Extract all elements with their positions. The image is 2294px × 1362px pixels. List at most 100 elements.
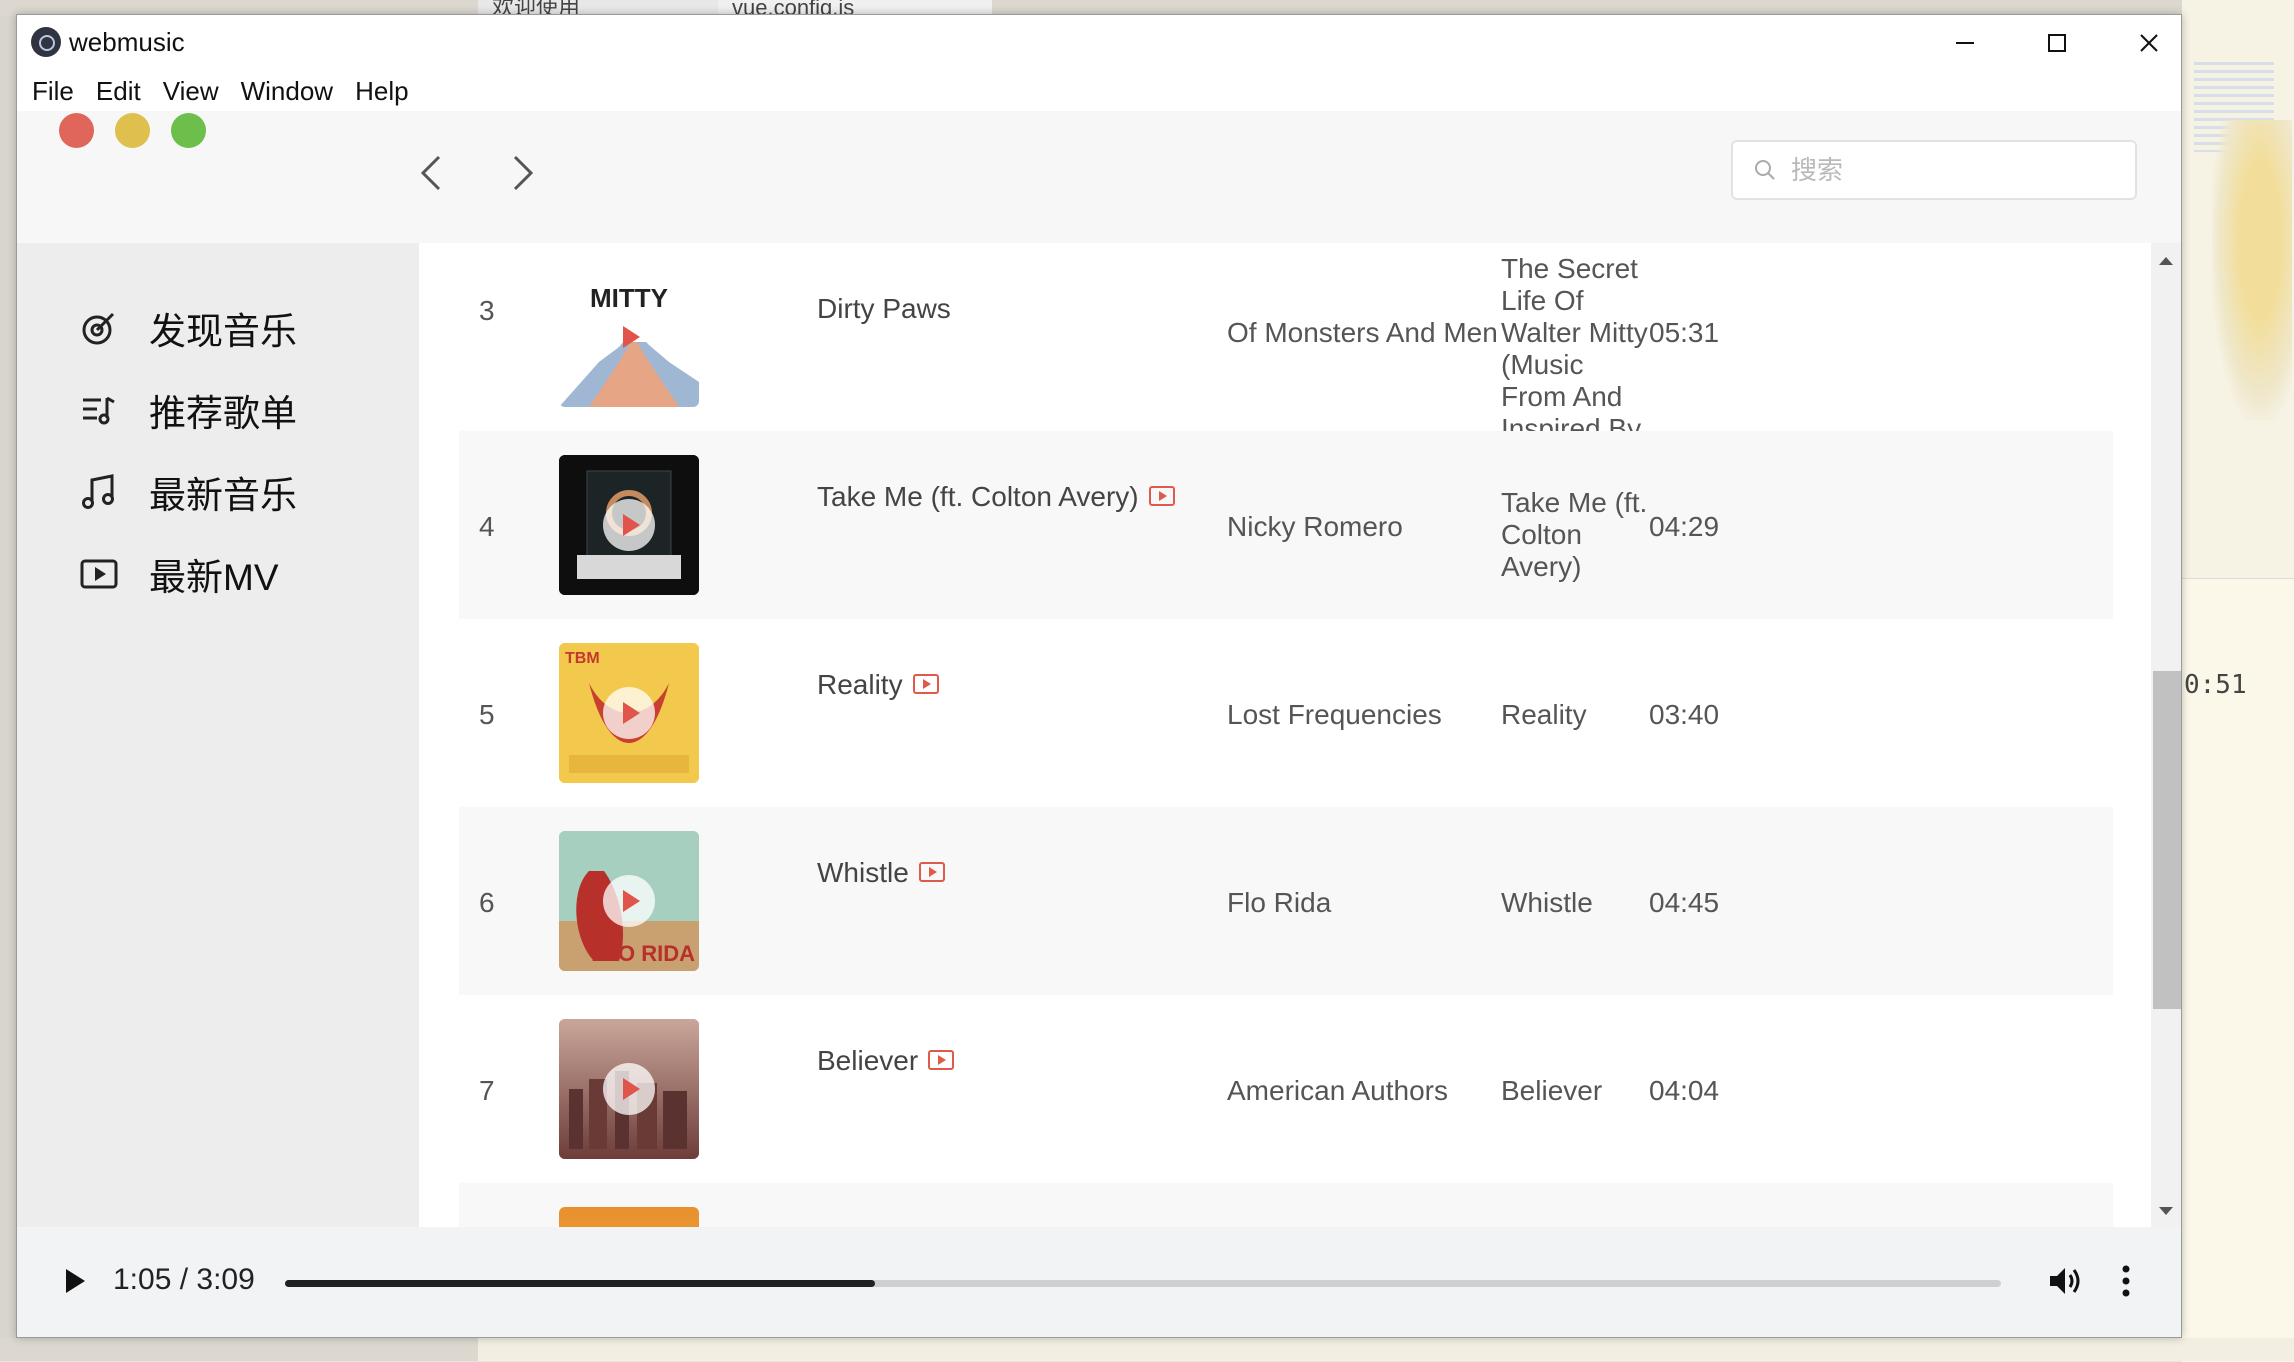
song-title-text: Dirty Paws [817,293,951,324]
sidebar: 发现音乐 推荐歌单 最新音乐 最新MV [17,243,419,1227]
scrollbar[interactable] [2151,243,2181,1227]
song-index: 3 [479,295,495,326]
close-dot[interactable] [59,113,94,148]
song-artist: Lost Frequencies [1227,699,1442,730]
song-row[interactable]: 4 Take Me (ft. Colton Avery) Nicky Romer… [459,431,2113,619]
minimize-button[interactable] [1919,15,2011,71]
song-row[interactable] [459,1183,2113,1227]
play-overlay-icon[interactable] [603,499,655,551]
song-title: Take Me (ft. Colton Avery) [817,481,1175,513]
scroll-down-icon[interactable] [2159,1207,2173,1215]
background-explorer-strip [0,16,16,1361]
menu-edit[interactable]: Edit [85,71,152,111]
song-artist: Of Monsters And Men [1227,317,1498,348]
song-cover[interactable]: TBM [559,643,699,783]
song-duration: 04:04 [1649,1075,1720,1106]
search-icon [1755,160,1775,180]
mv-badge-icon[interactable] [928,1049,955,1070]
search-input[interactable] [1789,153,2123,187]
scrollbar-thumb[interactable] [2153,671,2181,1009]
play-overlay-icon[interactable] [603,687,655,739]
mv-badge-icon[interactable] [912,673,939,694]
song-row[interactable]: 7 Believer American Authors Believer 04:… [459,995,2113,1183]
close-button[interactable] [2103,15,2181,71]
forward-button[interactable] [501,151,545,195]
song-artist: American Authors [1227,1075,1448,1106]
play-overlay-icon[interactable] [603,1063,655,1115]
audio-player: 1:05 / 3:09 [17,1227,2181,1337]
search-box[interactable] [1731,140,2137,200]
scroll-up-icon[interactable] [2159,257,2173,265]
volume-icon [2050,1268,2080,1294]
sidebar-item-label: 最新音乐 [149,475,297,516]
sidebar-item-discover[interactable]: 发现音乐 [17,283,419,373]
minimize-dot[interactable] [115,113,150,148]
menu-file[interactable]: File [17,71,85,111]
song-title-text: Reality [817,669,903,700]
song-row[interactable]: 5 TBM Reality Lost Frequencies Reality 0… [459,619,2113,807]
app-content: 发现音乐 推荐歌单 最新音乐 最新MV [17,111,2181,1337]
sidebar-item-label: 推荐歌单 [149,393,297,434]
menu-bar: File Edit View Window Help [17,71,2181,111]
song-duration: 05:31 [1649,317,1720,348]
app-logo-icon [31,27,61,57]
window-title: webmusic [69,27,185,57]
song-duration: 04:45 [1649,887,1720,918]
song-title: Reality [817,669,939,701]
song-album: Reality [1501,699,1587,730]
background-art [2212,120,2292,420]
mv-badge-icon[interactable] [918,861,945,882]
song-title: Believer [817,1045,955,1077]
song-row[interactable]: 3 MITTY Dirty Paws Of Monsters And Men T… [459,243,2113,508]
cover-text: MITTY [590,283,668,313]
song-title: Whistle [817,857,945,889]
more-options-button[interactable] [2111,1259,2141,1303]
minimize-icon [1956,42,1974,44]
song-title: Dirty Paws [817,293,951,325]
menu-help[interactable]: Help [344,71,419,111]
play-overlay-icon[interactable] [603,875,655,927]
song-duration: 03:40 [1649,699,1720,730]
song-title-text: Whistle [817,857,909,888]
song-index: 7 [479,1075,495,1106]
song-cover[interactable]: FLO RIDA [559,831,699,971]
background-bottom [0,1338,2294,1361]
app-window: webmusic File Edit View Window Help 搜索 发… [16,14,2182,1338]
sidebar-item-playlists[interactable]: 推荐歌单 [17,365,419,455]
play-button[interactable] [53,1259,97,1303]
song-index: 6 [479,887,495,918]
sidebar-item-new-mv[interactable]: 最新MV [17,529,419,619]
song-title-text: Believer [817,1045,919,1076]
song-cover[interactable]: MITTY [559,267,699,407]
menu-view[interactable]: View [152,71,230,111]
progress-bar[interactable] [285,1280,2001,1287]
maximize-button[interactable] [2011,15,2103,71]
song-cover[interactable] [559,1207,699,1227]
more-vertical-icon [2122,1265,2130,1297]
cover-text: FLO RIDA [591,941,695,966]
sidebar-item-label: 最新MV [149,557,279,598]
sidebar-item-new-music[interactable]: 最新音乐 [17,447,419,537]
chevron-right-icon [513,155,534,191]
menu-window[interactable]: Window [230,71,344,111]
back-button[interactable] [409,151,453,195]
song-artist: Flo Rida [1227,887,1332,918]
mv-badge-icon[interactable] [1148,485,1175,506]
song-list: 3 MITTY Dirty Paws Of Monsters And Men T… [419,243,2181,1227]
discover-icon [77,306,121,350]
song-cover[interactable] [559,1019,699,1159]
song-row[interactable]: 6 FLO RIDA Whistle Flo Rida Whistle 04:4… [459,807,2113,995]
play-overlay-icon[interactable] [603,311,655,363]
maximize-dot[interactable] [171,113,206,148]
playback-time: 1:05 / 3:09 [113,1263,255,1296]
chevron-left-icon [420,155,441,191]
playlist-icon [77,388,121,432]
song-cover[interactable] [559,455,699,595]
traffic-lights [59,113,206,148]
song-index: 4 [479,511,495,542]
volume-button[interactable] [2043,1259,2087,1303]
background-editor-pane: 0:51 [2182,0,2294,1362]
cover-text: TBM [565,650,600,667]
background-terminal-time: 0:51 [2184,670,2247,700]
play-icon [66,1269,85,1293]
